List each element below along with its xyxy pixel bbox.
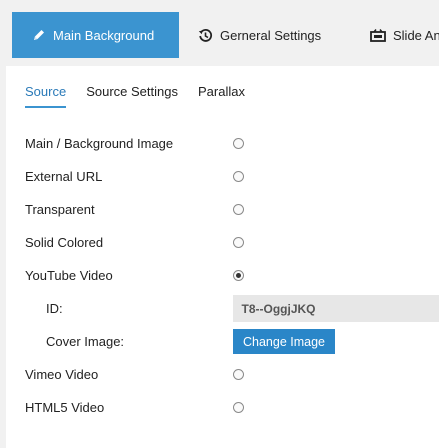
option-row-html5-video: HTML5 Video [25,391,439,424]
radio-vimeo-video[interactable] [233,369,244,380]
radio-external-url[interactable] [233,171,244,182]
pencil-icon [32,28,46,42]
tab-slide-animation-label: Slide An [393,27,439,43]
subtab-parallax[interactable]: Parallax [198,84,245,108]
option-label: External URL [25,169,103,184]
option-row-transparent: Transparent [25,193,439,226]
youtube-id-input[interactable]: T8--OggjJKQ [232,295,439,322]
subtab-source[interactable]: Source [25,84,67,108]
tab-slide-animation[interactable]: Slide An [370,12,439,58]
option-label: HTML5 Video [25,400,105,415]
option-label: Solid Colored [25,235,104,250]
radio-main-bg-image[interactable] [233,138,244,149]
option-row-main-bg-image: Main / Background Image [25,127,439,160]
radio-solid-colored[interactable] [233,237,244,248]
change-image-button[interactable]: Change Image [233,329,336,354]
tab-general-settings[interactable]: Gerneral Settings [198,12,321,58]
option-row-vimeo-video: Vimeo Video [25,358,439,391]
settings-panel: Source Source Settings Parallax Main / B… [6,66,439,448]
option-label: Vimeo Video [25,367,99,382]
radio-transparent[interactable] [233,204,244,215]
option-label: YouTube Video [25,268,113,283]
option-label: Transparent [25,202,95,217]
source-subtabs: Source Source Settings Parallax [25,84,265,108]
slideshow-icon [370,28,386,42]
subtab-source-settings[interactable]: Source Settings [86,84,178,108]
option-label: Main / Background Image [25,136,174,151]
radio-youtube-video[interactable] [233,270,244,281]
youtube-id-label: ID: [46,301,63,316]
tab-main-background[interactable]: Main Background [12,12,179,58]
option-row-youtube-video: YouTube Video [25,259,439,292]
tab-main-background-label: Main Background [53,27,155,43]
option-row-external-url: External URL [25,160,439,193]
option-row-cover-image: Cover Image: Change Image [25,325,439,358]
cover-image-label: Cover Image: [46,334,125,349]
option-row-solid-colored: Solid Colored [25,226,439,259]
history-icon [198,28,213,43]
tab-general-settings-label: Gerneral Settings [220,27,322,43]
top-tab-bar: Main Background Gerneral Settings Slide … [0,0,439,66]
radio-html5-video[interactable] [233,402,244,413]
option-row-youtube-id: ID: T8--OggjJKQ [25,292,439,325]
